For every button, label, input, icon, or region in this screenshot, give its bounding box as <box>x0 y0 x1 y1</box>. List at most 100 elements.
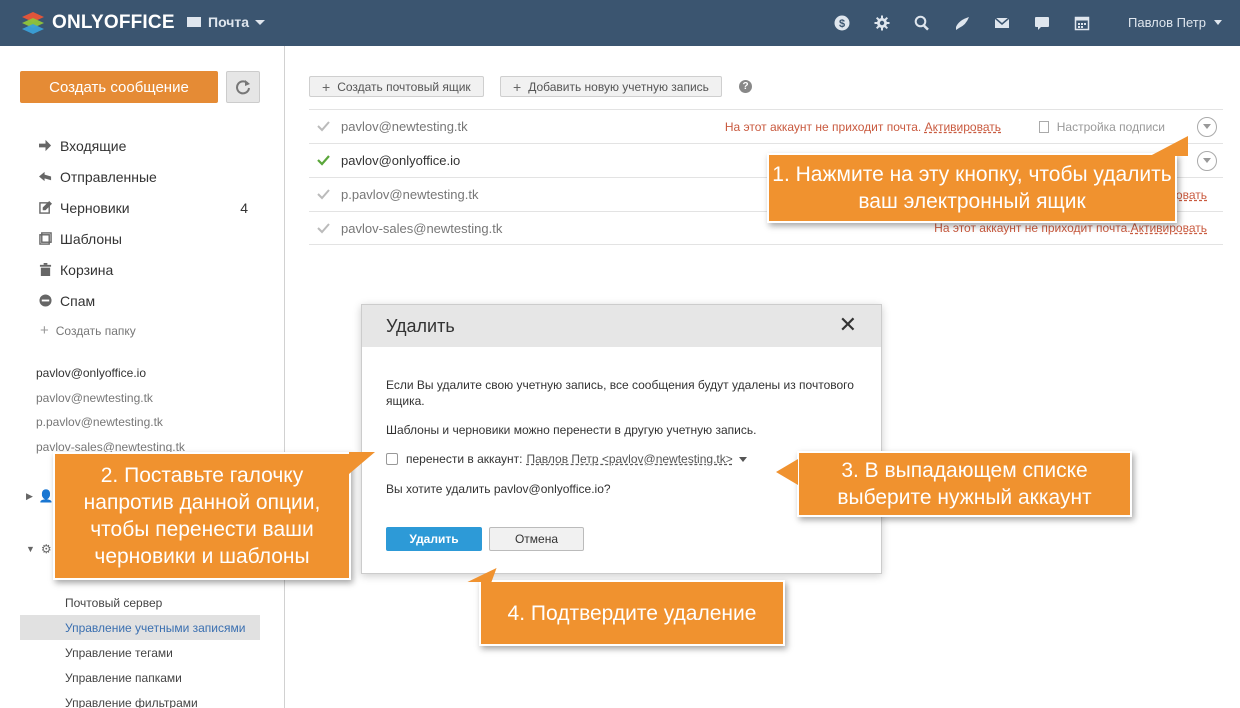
account-email: pavlov@onlyoffice.io <box>341 153 461 168</box>
callout-step-1: 1. Нажмите на эту кнопку, чтобы удалить … <box>767 153 1177 223</box>
add-account-label: Добавить новую учетную запись <box>528 79 709 94</box>
refresh-icon <box>236 80 250 95</box>
reply-icon <box>38 170 52 184</box>
plus-icon: + <box>40 322 49 339</box>
delete-account-dialog: Удалить ✕ Если Вы удалите свою учетную з… <box>361 304 882 574</box>
delete-button[interactable]: Удалить <box>386 527 482 551</box>
cancel-button[interactable]: Отмена <box>489 527 584 551</box>
copy-icon <box>38 232 52 246</box>
nav-item-spam[interactable]: Спам <box>38 285 258 316</box>
nav-item-label: Входящие <box>60 137 127 154</box>
callout-step-2-pointer <box>349 452 375 474</box>
create-folder-link[interactable]: + Создать папку <box>40 322 136 339</box>
check-icon <box>317 222 331 234</box>
settings-list: Почтовый сервер Управление учетными запи… <box>20 590 260 708</box>
chevron-down-icon <box>1214 20 1222 25</box>
account-menu-button[interactable] <box>1197 150 1217 171</box>
chevron-down-icon: ▼ <box>26 544 35 554</box>
user-name: Павлов Петр <box>1128 15 1206 30</box>
dialog-info-text: Шаблоны и черновики можно перенести в др… <box>386 423 757 437</box>
nav-item-templates[interactable]: Шаблоны <box>38 223 258 254</box>
check-icon <box>317 121 331 132</box>
settings-item-tags[interactable]: Управление тегами <box>20 640 260 665</box>
dialog-warning-text: Если Вы удалите свою учетную запись, все… <box>386 378 854 408</box>
gear-icon[interactable] <box>874 15 890 31</box>
nav-item-inbox[interactable]: Входящие <box>38 130 258 161</box>
close-icon[interactable]: ✕ <box>839 314 857 336</box>
calendar-icon[interactable] <box>1074 15 1090 31</box>
logo-text: ONLYOFFICE <box>52 12 175 33</box>
target-account-select[interactable]: Павлов Петр <pavlov@newtesting.tk> <box>527 451 733 467</box>
edit-icon <box>38 201 52 215</box>
callout-step-4-pointer <box>467 568 497 582</box>
create-folder-label: Создать папку <box>55 323 136 338</box>
search-icon[interactable] <box>914 15 930 31</box>
move-label: перенести в аккаунт: <box>406 452 523 466</box>
callout-step-4: 4. Подтвердите удаление <box>479 580 785 646</box>
chevron-right-icon: ▶ <box>26 490 33 501</box>
sidebar-account[interactable]: pavlov@newtesting.tk <box>36 391 185 416</box>
user-menu[interactable]: Павлов Петр <box>1128 15 1222 30</box>
chevron-down-icon[interactable] <box>738 456 747 462</box>
add-account-button[interactable]: + Добавить новую учетную запись <box>500 76 722 97</box>
account-warning: На этот аккаунт не приходит почта.Активи… <box>934 221 1207 235</box>
module-label: Почта <box>208 14 250 30</box>
sidebar-account[interactable]: pavlov@onlyoffice.io <box>36 366 185 391</box>
sidebar-account-list: pavlov@onlyoffice.io pavlov@newtesting.t… <box>36 366 185 464</box>
gear-icon: ⚙ <box>40 542 52 556</box>
onlyoffice-logo[interactable]: ONLYOFFICE <box>20 10 175 36</box>
people-icon: 👤 <box>38 489 54 503</box>
settings-item-filters[interactable]: Управление фильтрами <box>20 690 260 708</box>
check-icon <box>317 189 331 200</box>
nav-item-label: Отправленные <box>60 168 157 185</box>
activate-link[interactable]: Активировать <box>925 120 1001 134</box>
check-icon <box>317 155 331 166</box>
refresh-button[interactable] <box>226 71 260 103</box>
signature-settings-link[interactable]: Настройка подписи <box>1038 120 1165 134</box>
settings-item-mail-server[interactable]: Почтовый сервер <box>20 590 260 615</box>
activate-link[interactable]: Активировать <box>1131 221 1207 235</box>
dialog-title: Удалить <box>386 315 455 336</box>
account-row[interactable]: pavlov@newtesting.tk На этот аккаунт не … <box>309 109 1223 143</box>
nav-item-trash[interactable]: Корзина <box>38 254 258 285</box>
nav-item-label: Шаблоны <box>60 230 122 247</box>
sidebar-account[interactable]: p.pavlov@newtesting.tk <box>36 415 185 440</box>
sidebar: Создать сообщение Входящие Отправленные … <box>0 46 285 708</box>
callout-step-3-pointer <box>776 459 798 485</box>
nav-item-label: Черновики <box>60 199 130 216</box>
callout-step-2: 2. Поставьте галочку напротив данной опц… <box>53 452 351 580</box>
callout-step-1-pointer <box>1150 136 1188 156</box>
account-menu-button[interactable] <box>1197 116 1217 137</box>
nav-item-label: Корзина <box>60 261 114 278</box>
mail-icon[interactable] <box>994 15 1010 31</box>
plus-icon: + <box>513 78 522 95</box>
settings-group-toggle[interactable]: ▼ ⚙ <box>26 542 52 556</box>
account-warning: На этот аккаунт не приходит почта. Актив… <box>724 119 1001 134</box>
envelope-icon <box>187 17 201 27</box>
contacts-group-toggle[interactable]: ▶ 👤 <box>26 489 54 503</box>
spam-icon <box>38 294 52 308</box>
help-icon[interactable]: ? <box>739 80 752 93</box>
trash-icon <box>38 263 52 277</box>
move-checkbox[interactable] <box>386 453 398 465</box>
feed-icon[interactable] <box>954 15 970 31</box>
dollar-icon[interactable]: $ <box>834 15 850 31</box>
callout-step-3: 3. В выпадающем списке выберите нужный а… <box>797 451 1132 517</box>
plus-icon: + <box>322 78 331 95</box>
create-message-button[interactable]: Создать сообщение <box>20 71 218 103</box>
create-mailbox-label: Создать почтовый ящик <box>337 79 471 94</box>
folder-nav: Входящие Отправленные Черновики 4 Шаблон… <box>38 130 258 316</box>
nav-item-sent[interactable]: Отправленные <box>38 161 258 192</box>
module-selector[interactable]: Почта <box>187 14 266 30</box>
dialog-header: Удалить ✕ <box>362 305 881 347</box>
nav-item-drafts[interactable]: Черновики 4 <box>38 192 258 223</box>
top-navigation-bar: ONLYOFFICE Почта $ Павлов Петр <box>0 0 1240 46</box>
drafts-count: 4 <box>240 199 248 216</box>
settings-item-folders[interactable]: Управление папками <box>20 665 260 690</box>
arrow-right-icon <box>38 139 52 153</box>
create-mailbox-button[interactable]: + Создать почтовый ящик <box>309 76 484 97</box>
settings-item-accounts[interactable]: Управление учетными записями <box>20 615 260 640</box>
account-email: pavlov@newtesting.tk <box>341 119 468 134</box>
chat-icon[interactable] <box>1034 15 1050 31</box>
account-email: p.pavlov@newtesting.tk <box>341 187 479 202</box>
